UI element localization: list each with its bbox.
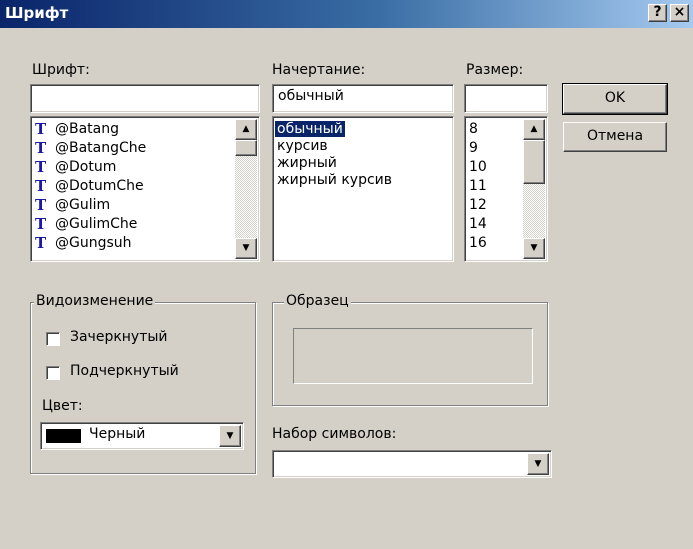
sample-group-title: Образец [284, 293, 351, 309]
font-list-item[interactable]: @Gulim [55, 197, 110, 213]
close-button[interactable]: × [670, 4, 689, 22]
scroll-thumb[interactable] [523, 140, 545, 184]
font-name-input[interactable] [30, 84, 260, 113]
size-label: Размер: [466, 62, 524, 78]
style-list-item[interactable]: обычный [275, 121, 345, 137]
size-input[interactable] [464, 84, 548, 113]
font-list-item[interactable]: @Batang [55, 121, 119, 137]
underline-label[interactable]: Подчеркнутый [70, 363, 179, 379]
size-list-item[interactable]: 14 [469, 216, 487, 232]
font-list-item[interactable]: @DotumChe [55, 178, 144, 194]
style-label: Начертание: [272, 62, 366, 78]
size-list-item[interactable]: 10 [469, 159, 487, 175]
strikeout-checkbox[interactable] [46, 332, 60, 346]
truetype-font-icon: T [35, 177, 47, 195]
charset-label: Набор символов: [272, 426, 397, 442]
strikeout-label[interactable]: Зачеркнутый [70, 329, 168, 345]
truetype-font-icon: T [35, 139, 47, 157]
size-list-scrollbar[interactable]: ▲ ▼ [523, 119, 545, 259]
truetype-font-icon: T [35, 120, 47, 138]
window-title: Шрифт [5, 4, 69, 22]
scroll-down-arrow-icon[interactable]: ▼ [523, 238, 545, 259]
style-list-item[interactable]: жирный курсив [277, 172, 392, 188]
help-button[interactable]: ? [648, 4, 667, 22]
scroll-thumb[interactable] [235, 140, 257, 156]
size-list[interactable]: 8 9 10 11 12 14 16 ▲ ▼ [464, 116, 548, 262]
style-list-item[interactable]: курсив [277, 138, 328, 154]
style-input[interactable]: обычный [272, 84, 454, 113]
scroll-down-arrow-icon[interactable]: ▼ [235, 238, 257, 259]
font-list[interactable]: T @Batang T @BatangChe T @Dotum T @DotumChe T @Gu… [30, 116, 260, 262]
chevron-down-icon[interactable]: ▼ [527, 453, 549, 475]
size-list-item[interactable]: 12 [469, 197, 487, 213]
color-select[interactable]: Черный ▼ [40, 422, 244, 450]
effects-group-title: Видоизменение [34, 293, 156, 309]
font-label: Шрифт: [32, 62, 90, 78]
chevron-down-icon[interactable]: ▼ [219, 425, 241, 447]
size-list-item[interactable]: 16 [469, 235, 487, 251]
font-list-item[interactable]: @GulimChe [55, 216, 137, 232]
charset-select[interactable]: ▼ [272, 450, 552, 478]
size-list-item[interactable]: 8 [469, 121, 478, 137]
size-list-item[interactable]: 9 [469, 140, 478, 156]
font-list-scrollbar[interactable]: ▲ ▼ [235, 119, 257, 259]
color-value: Черный [89, 426, 146, 442]
font-list-item[interactable]: @Gungsuh [55, 235, 132, 251]
truetype-font-icon: T [35, 234, 47, 252]
truetype-font-icon: T [35, 158, 47, 176]
cancel-button[interactable]: Отмена [563, 122, 667, 152]
size-list-item[interactable]: 11 [469, 178, 487, 194]
title-bar[interactable]: Шрифт ? × [0, 0, 693, 28]
style-list-item[interactable]: жирный [277, 155, 337, 171]
sample-preview [293, 328, 533, 384]
scroll-up-arrow-icon[interactable]: ▲ [523, 119, 545, 140]
color-label: Цвет: [42, 398, 83, 414]
font-list-item[interactable]: @BatangChe [55, 140, 146, 156]
color-swatch [46, 429, 81, 443]
scroll-up-arrow-icon[interactable]: ▲ [235, 119, 257, 140]
ok-button[interactable]: OK [562, 83, 668, 115]
truetype-font-icon: T [35, 196, 47, 214]
font-list-item[interactable]: @Dotum [55, 159, 116, 175]
truetype-font-icon: T [35, 215, 47, 233]
style-list[interactable]: обычный курсив жирный жирный курсив [272, 116, 454, 262]
underline-checkbox[interactable] [46, 366, 60, 380]
